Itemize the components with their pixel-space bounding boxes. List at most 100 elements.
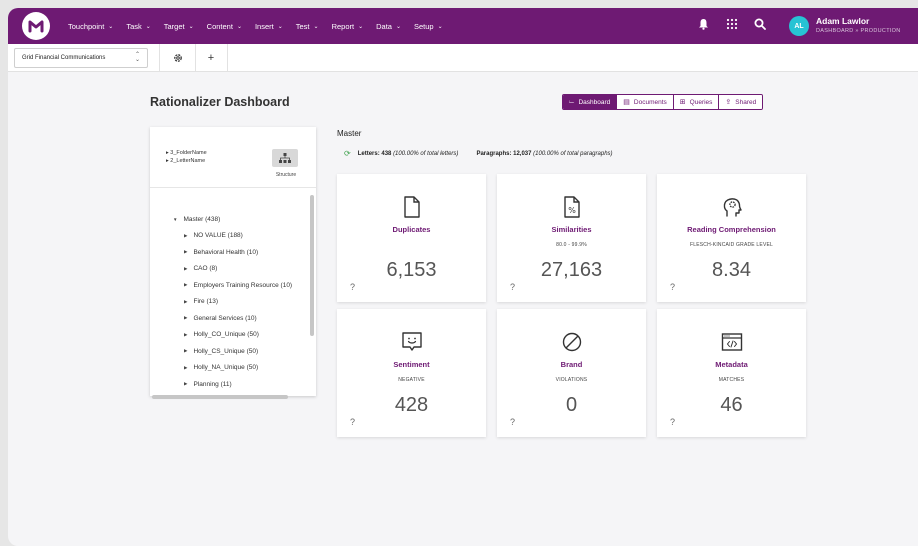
tile-subtitle: VIOLATIONS xyxy=(555,377,588,383)
prohibited-icon xyxy=(497,329,646,355)
user-name[interactable]: Adam Lawlor xyxy=(816,16,869,26)
tree-item[interactable]: ▶ Planning (11) xyxy=(173,376,292,393)
tree-item[interactable]: ▶ Holly_CO_Unique (50) xyxy=(173,327,292,344)
caret-right-icon: ▶ xyxy=(184,265,188,271)
menu-label: Report xyxy=(331,21,355,31)
menu-data[interactable]: Data ⌄ xyxy=(376,22,401,31)
tree-label: Master (438) xyxy=(183,215,221,223)
tile-title: Sentiment xyxy=(393,360,430,369)
menu-task[interactable]: Task ⌄ xyxy=(126,22,150,31)
context-select-value: Grid Financial Communications xyxy=(22,55,106,61)
chevron-down-icon: ⌄ xyxy=(313,23,319,30)
tree-item[interactable]: ▶ Holly_NA_Unique (50) xyxy=(173,360,292,377)
menu-setup[interactable]: Setup ⌄ xyxy=(414,22,443,31)
horizontal-scrollbar[interactable] xyxy=(152,395,288,399)
tile-reading-comprehension[interactable]: Reading Comprehension FLESCH-KINCAID GRA… xyxy=(657,174,806,302)
caret-right-icon: ▶ xyxy=(184,232,188,238)
structure-button[interactable] xyxy=(272,149,298,167)
tab-label: Dashboard xyxy=(578,98,611,106)
chevron-down-icon: ⌄ xyxy=(395,23,401,30)
tile-value: 27,163 xyxy=(540,259,603,281)
bell-icon[interactable] xyxy=(698,18,709,33)
tile-sentiment[interactable]: Sentiment NEGATIVE 428 ? xyxy=(337,309,486,437)
chevron-down-icon: ⌄ xyxy=(145,23,151,30)
tab-dashboard[interactable]: ⌳ Dashboard xyxy=(563,95,617,109)
folder-item[interactable]: ▸ 3_FolderName xyxy=(166,149,207,157)
tree-item[interactable]: ▶ General Services (10) xyxy=(173,310,292,327)
search-icon[interactable] xyxy=(754,18,766,33)
divider xyxy=(195,44,196,72)
user-context: DASHBOARD » PRODUCTION xyxy=(816,28,901,34)
vertical-scrollbar[interactable] xyxy=(310,195,314,336)
document-icon: ▤ xyxy=(623,99,630,106)
chart-icon: ⌳ xyxy=(569,98,575,105)
tile-value: 6,153 xyxy=(386,259,437,281)
tile-duplicates[interactable]: Duplicates 6,153 ? xyxy=(337,174,486,302)
menu-report[interactable]: Report ⌄ xyxy=(332,22,364,31)
tree-label: Fire (13) xyxy=(193,298,219,306)
tile-subtitle: MATCHES xyxy=(718,377,745,383)
caret-right-icon: ▶ xyxy=(184,249,188,255)
caret-down-icon: ▼ xyxy=(173,216,178,222)
help-icon[interactable]: ? xyxy=(510,282,515,292)
tree-root[interactable]: ▼ Master (438) xyxy=(173,211,292,228)
menu-test[interactable]: Test ⌄ xyxy=(296,22,319,31)
menu-label: Data xyxy=(376,21,392,31)
tab-shared[interactable]: ⇪ Shared xyxy=(718,95,763,109)
tile-similarities[interactable]: % Similarities 80.0 - 99.9% 27,163 ? xyxy=(497,174,646,302)
menu-touchpoint[interactable]: Touchpoint ⌄ xyxy=(68,22,113,31)
menu-content[interactable]: Content ⌄ xyxy=(207,22,242,31)
tile-subtitle: FLESCH-KINCAID GRADE LEVEL xyxy=(690,242,773,248)
tree-label: General Services (10) xyxy=(193,314,257,322)
tree-item[interactable]: ▶ Employers Training Resource (10) xyxy=(173,277,292,294)
tile-brand[interactable]: Brand VIOLATIONS 0 ? xyxy=(497,309,646,437)
tile-title: Duplicates xyxy=(392,225,431,234)
help-icon[interactable]: ? xyxy=(510,417,515,427)
add-button[interactable]: + xyxy=(201,49,221,67)
help-icon[interactable]: ? xyxy=(670,282,675,292)
help-icon[interactable]: ? xyxy=(350,282,355,292)
context-bar: Grid Financial Communications ⌃ ⌄ + xyxy=(8,44,918,72)
tree-label: Employers Training Resource (10) xyxy=(193,281,293,289)
tab-documents[interactable]: ▤ Documents xyxy=(616,95,673,109)
folder-item[interactable]: ▸ 2_LetterName xyxy=(166,157,207,165)
menu-label: Target xyxy=(163,21,185,31)
percent-document-icon: % xyxy=(497,194,646,220)
caret-right-icon: ▶ xyxy=(184,381,188,387)
tree-item[interactable]: ▶ Behavioral Health (10) xyxy=(173,244,292,261)
tree-item[interactable]: ▶ CAO (8) xyxy=(173,261,292,278)
tree-label: CAO (8) xyxy=(193,265,218,273)
context-select[interactable]: Grid Financial Communications ⌃ ⌄ xyxy=(14,48,148,68)
divider xyxy=(150,187,316,188)
help-icon[interactable]: ? xyxy=(670,417,675,427)
divider xyxy=(159,44,160,72)
chevron-down-icon: ⌄ xyxy=(277,23,283,30)
tile-value: 0 xyxy=(565,394,578,416)
tab-label: Documents xyxy=(633,98,667,106)
structure-label: Structure xyxy=(275,172,297,178)
tile-title: Similarities xyxy=(551,225,592,234)
chevron-down-icon: ⌄ xyxy=(437,23,443,30)
tree-item[interactable]: ▶ NO VALUE (188) xyxy=(173,228,292,245)
caret-right-icon: ▶ xyxy=(184,315,188,321)
apps-grid-icon[interactable] xyxy=(726,18,738,33)
svg-text:%: % xyxy=(568,206,576,215)
refresh-icon[interactable]: ⟳ xyxy=(344,149,351,158)
tile-metadata[interactable]: Metadata MATCHES 46 ? xyxy=(657,309,806,437)
menu-insert[interactable]: Insert ⌄ xyxy=(255,22,283,31)
caret-right-icon: ▶ xyxy=(184,298,188,304)
avatar[interactable]: AL xyxy=(789,16,809,36)
page-title: Rationalizer Dashboard xyxy=(150,95,290,109)
tile-subtitle: NEGATIVE xyxy=(398,377,425,383)
menu-target[interactable]: Target ⌄ xyxy=(164,22,194,31)
tile-title: Metadata xyxy=(715,360,748,369)
tree-item[interactable]: ▶ Fire (13) xyxy=(173,294,292,311)
tile-value: 8.34 xyxy=(712,259,751,281)
top-navigation-bar: Touchpoint ⌄ Task ⌄ Target ⌄ Content ⌄ Inser… xyxy=(8,8,918,44)
help-icon[interactable]: ? xyxy=(350,417,355,427)
tree-item[interactable]: ▶ Holly_CS_Unique (50) xyxy=(173,343,292,360)
settings-icon[interactable] xyxy=(168,49,188,67)
tab-queries[interactable]: ⊞ Queries xyxy=(672,95,719,109)
share-icon: ⇪ xyxy=(725,99,732,106)
logo-icon[interactable] xyxy=(22,12,50,40)
